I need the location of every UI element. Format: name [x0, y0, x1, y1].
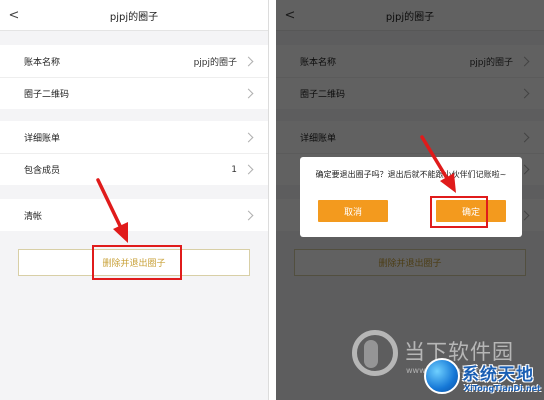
watermark-logo-inner — [364, 340, 378, 368]
brand-badge: 系统天地 XiTongTianDi.net — [424, 356, 544, 400]
globe-icon — [424, 358, 460, 394]
brand-url: XiTongTianDi.net — [464, 384, 541, 393]
brand-name: 系统天地 — [462, 365, 534, 385]
phone-screen-settings: < pjpj的圈子 账本名称 pjpj的圈子 圈子二维码 详细账单 包含成员 1… — [0, 0, 269, 400]
red-arrow-icon — [96, 178, 128, 243]
